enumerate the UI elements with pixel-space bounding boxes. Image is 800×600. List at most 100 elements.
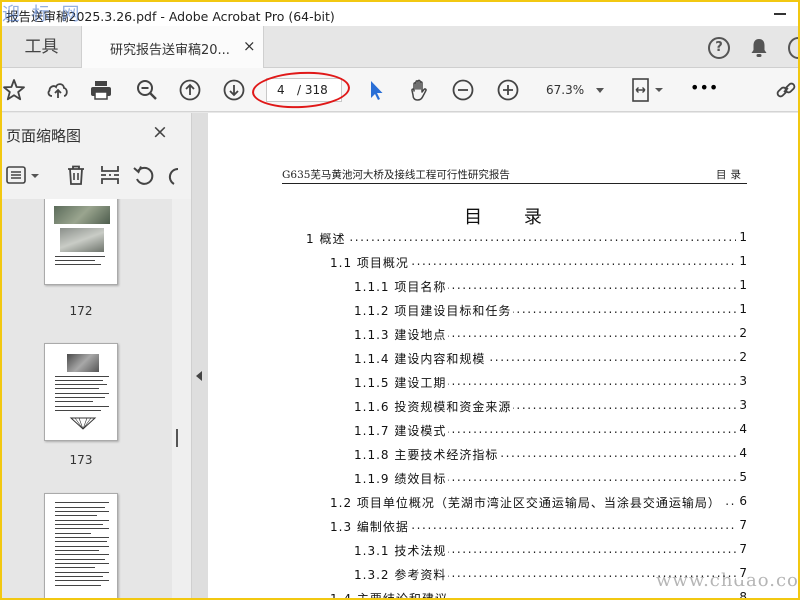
toc-leader-dots: ........................................… (306, 230, 747, 244)
thumbnail-scrollbar[interactable] (172, 199, 191, 598)
toc-entry-page: 1 (736, 278, 747, 292)
select-cursor-icon[interactable] (364, 78, 388, 102)
toc-heading: 目 录 (464, 207, 560, 228)
toc-entry-page: 4 (736, 422, 747, 436)
toc-entry-page: 7 (736, 566, 747, 580)
toc-entry[interactable]: ........................................… (330, 254, 747, 272)
thumbnail-photo (60, 228, 104, 252)
bell-icon[interactable] (750, 38, 768, 58)
toc-entry-page: 3 (736, 374, 747, 388)
trash-icon[interactable] (64, 163, 88, 187)
tab-document[interactable]: 研究报告送审稿20... × (82, 26, 264, 69)
rotate-counterclockwise-icon[interactable] (132, 163, 156, 187)
toc-entry-title: 1.4 主要结论和建议 (330, 590, 450, 598)
page-fit-icon[interactable] (630, 78, 666, 102)
page-thumbnail[interactable] (44, 493, 118, 598)
toc-entry-title: 1.2 项目单位概况（芜湖市湾沚区交通运输局、当涂县交通运输局） (330, 494, 723, 511)
toc-entry[interactable]: ........................................… (354, 278, 747, 296)
toc-entry-title: 1.1.7 建设模式 (354, 422, 449, 439)
next-page-icon[interactable] (222, 78, 246, 102)
minimize-button[interactable] (774, 13, 786, 15)
toc-entry-page: 2 (736, 326, 747, 340)
zoom-level-dropdown[interactable]: 67.3% (538, 80, 610, 102)
app-window: 报告送审稿2025.3.26.pdf - Adobe Acrobat Pro (… (0, 0, 800, 600)
toc-entry-title: 1.3.1 技术法规 (354, 542, 449, 559)
panel-collapse-strip[interactable] (192, 113, 208, 598)
close-panel-icon[interactable]: × (152, 121, 168, 143)
zoom-in-icon[interactable] (496, 78, 520, 102)
red-annotation-oval (251, 69, 351, 111)
toc-entry[interactable]: ........................................… (330, 494, 747, 512)
more-tools-icon[interactable]: ••• (690, 78, 718, 102)
toc-entry[interactable]: ........................................… (354, 422, 747, 440)
running-header-title: G635芜马黄池河大桥及接线工程可行性研究报告 (282, 169, 510, 181)
close-tab-icon[interactable]: × (243, 37, 256, 55)
thumbnail-photo (67, 354, 99, 372)
panel-title: 页面缩略图 (6, 127, 82, 145)
chevron-down-icon (596, 88, 604, 93)
rotate-clockwise-icon[interactable] (164, 163, 184, 187)
toc-entry[interactable]: ........................................… (354, 470, 747, 488)
share-link-icon[interactable] (774, 78, 798, 102)
toc-entry-title: 1.3.2 参考资料 (354, 566, 449, 583)
toolbar: 4 / 318 67.3% ••• (2, 68, 798, 112)
title-bar: 报告送审稿2025.3.26.pdf - Adobe Acrobat Pro (… (2, 2, 798, 26)
page-thumbnail[interactable] (44, 199, 118, 285)
toc-entry[interactable]: ........................................… (354, 302, 747, 320)
toc-entry-page: 5 (736, 470, 747, 484)
toc-entry-page: 1 (736, 302, 747, 316)
insert-page-icon[interactable] (98, 163, 122, 187)
tab-tools[interactable]: 工具 (2, 26, 82, 68)
star-icon[interactable] (2, 78, 26, 102)
toc-entry[interactable]: ........................................… (354, 542, 747, 560)
toc-entry-title: 1.1.5 建设工期 (354, 374, 449, 391)
toc-entry[interactable]: ........................................… (306, 230, 747, 248)
toc-entry-page: 1 (736, 254, 747, 268)
help-icon[interactable]: ? (708, 37, 730, 59)
zoom-out-search-icon[interactable] (135, 78, 159, 102)
toc-entry[interactable]: ........................................… (330, 590, 747, 598)
toc-entry[interactable]: ........................................… (354, 374, 747, 392)
thumbnail-options-icon[interactable] (6, 165, 42, 187)
toc-entry-page: 1 (736, 230, 747, 244)
account-icon[interactable] (788, 37, 798, 59)
toc-entry-page: 7 (736, 542, 747, 556)
toc-entry[interactable]: ........................................… (354, 446, 747, 464)
previous-page-icon[interactable] (178, 78, 202, 102)
thumbnail-diagram (69, 417, 97, 430)
thumbnail-list: 172 173 (2, 199, 172, 598)
toc-entry-title: 1.3 编制依据 (330, 518, 411, 535)
toc-entry[interactable]: ........................................… (354, 350, 747, 368)
toc-entry-title: 1.1.1 项目名称 (354, 278, 449, 295)
running-header: G635芜马黄池河大桥及接线工程可行性研究报告 目录 (282, 166, 747, 184)
site-watermark-top: 迎 标 网 (2, 4, 83, 25)
print-icon[interactable] (89, 78, 113, 102)
toc-entry[interactable]: ........................................… (354, 326, 747, 344)
toc-entry-title: 1.1.2 项目建设目标和任务 (354, 302, 514, 319)
thumbnail-page-number: 172 (69, 304, 93, 318)
document-viewer: G635芜马黄池河大桥及接线工程可行性研究报告 目录 目 录 .........… (208, 113, 798, 598)
toc-entry[interactable]: ........................................… (330, 518, 747, 536)
hand-tool-icon[interactable] (407, 78, 431, 102)
thumbnail-photo (54, 206, 110, 224)
toc-entry-title: 1 概述 (306, 230, 348, 247)
toc-entry-page: 2 (736, 350, 747, 364)
toc-entry[interactable]: ........................................… (354, 398, 747, 416)
toc-entry-page: 4 (736, 446, 747, 460)
toc-entry-page: 3 (736, 398, 747, 412)
toc-entry-title: 1.1.9 绩效目标 (354, 470, 449, 487)
toc-entry-page: 6 (736, 494, 747, 508)
toc-entry-title: 1.1.4 建设内容和规模 (354, 350, 488, 367)
toc-entry-page: 7 (736, 518, 747, 532)
document-page: G635芜马黄池河大桥及接线工程可行性研究报告 目录 目 录 .........… (208, 113, 798, 598)
zoom-level-value: 67.3% (546, 83, 585, 97)
cloud-upload-icon[interactable] (46, 78, 70, 102)
page-thumbnail[interactable] (44, 343, 118, 441)
collapse-arrow-icon[interactable] (196, 371, 202, 381)
toc-entry-page: 8 (736, 590, 747, 598)
thumbnail-page-number: 173 (69, 453, 93, 467)
toc-entry-title: 1.1 项目概况 (330, 254, 411, 271)
zoom-out-icon[interactable] (451, 78, 475, 102)
scrollbar-thumb[interactable] (176, 429, 178, 447)
toc-entry-title: 1.1.8 主要技术经济指标 (354, 446, 501, 463)
